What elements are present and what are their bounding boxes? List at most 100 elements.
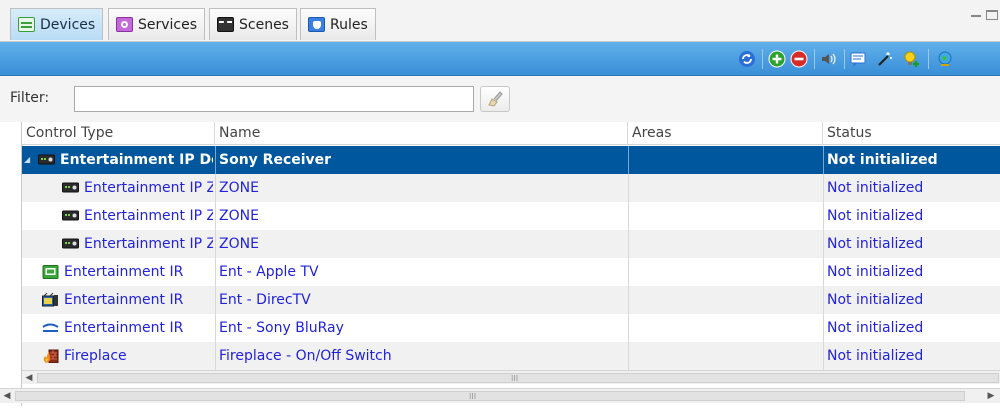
refresh-icon[interactable] — [738, 50, 756, 68]
table-row[interactable]: Entertainment IP Zone ZONE Not initialized — [22, 230, 1000, 258]
receiver-icon — [62, 237, 79, 251]
cell-name: ZONE — [219, 208, 259, 224]
column-divider — [823, 258, 824, 286]
table-row[interactable]: Fireplace Fireplace - On/Off Switch Not in… — [22, 342, 1000, 370]
wand-icon[interactable] — [876, 50, 894, 68]
sound-icon[interactable] — [820, 50, 838, 68]
cell-areas — [632, 230, 821, 258]
brush-icon — [488, 91, 503, 107]
cell-control-type: Entertainment IP Zone — [84, 236, 213, 252]
cell-name: Ent - Apple TV — [219, 264, 319, 280]
add-icon[interactable] — [768, 50, 786, 68]
column-header-control-type[interactable]: Control Type — [22, 122, 215, 145]
column-divider — [215, 286, 216, 314]
cell-control-type: Entertainment IP Zone — [84, 180, 213, 196]
cell-status: Not initialized — [827, 264, 924, 280]
tab-scenes[interactable]: Scenes — [209, 8, 297, 40]
toolbar-separator — [928, 49, 929, 69]
scroll-right-icon[interactable]: ▶ — [984, 390, 998, 402]
tab-devices-label: Devices — [40, 16, 96, 33]
column-header-areas[interactable]: Areas — [628, 122, 823, 145]
receiver-icon — [62, 209, 79, 223]
table-row[interactable]: Entertainment IR Ent - Apple TV Not initia… — [22, 258, 1000, 286]
table-row[interactable]: ◢ Entertainment IP Device Sony Receiver Not… — [22, 146, 1000, 174]
column-divider — [215, 230, 216, 258]
scrollbar-grip: III — [469, 392, 477, 401]
tab-services[interactable]: Services — [108, 8, 206, 40]
cell-name: ZONE — [219, 236, 259, 252]
cell-name: Ent - DirecTV — [219, 292, 311, 308]
cell-status: Not initialized — [827, 236, 924, 252]
cell-areas — [632, 146, 821, 174]
message-icon[interactable] — [850, 50, 868, 68]
globe-icon[interactable] — [936, 50, 954, 68]
column-divider — [628, 146, 629, 174]
scroll-left-icon[interactable]: ◀ — [22, 372, 36, 384]
rules-icon — [308, 17, 325, 32]
table-row[interactable]: Entertainment IR Ent - DirecTV Not initial… — [22, 286, 1000, 314]
column-divider — [628, 314, 629, 342]
tab-scenes-label: Scenes — [239, 16, 289, 33]
toolbar-separator — [762, 49, 763, 69]
bluray-icon — [42, 321, 59, 335]
cell-control-type: Entertainment IR — [64, 320, 184, 336]
filter-label: Filter: — [10, 90, 50, 106]
cell-name: Ent - Sony BluRay — [219, 320, 344, 336]
minimize-icon[interactable] — [970, 10, 982, 20]
lightbulb-add-icon[interactable] — [902, 50, 920, 68]
cell-areas — [632, 314, 821, 342]
column-divider — [823, 202, 824, 230]
column-header-name[interactable]: Name — [215, 122, 628, 145]
filter-input[interactable] — [74, 86, 474, 112]
toolbar-separator — [844, 49, 845, 69]
column-divider — [823, 314, 824, 342]
column-header-status[interactable]: Status — [823, 122, 1000, 145]
table-row[interactable]: Entertainment IR Ent - Sony BluRay Not ini… — [22, 314, 1000, 342]
satellite-icon — [42, 292, 59, 307]
receiver-icon — [38, 153, 55, 167]
cell-control-type: Entertainment IR — [64, 292, 184, 308]
column-divider — [628, 286, 629, 314]
table-row[interactable]: Entertainment IP Zone ZONE Not initialized — [22, 202, 1000, 230]
cell-areas — [632, 174, 821, 202]
column-divider — [628, 230, 629, 258]
cell-control-type: Entertainment IP Device — [60, 152, 213, 168]
table-row[interactable]: Entertainment IP Zone ZONE Not initialized — [22, 174, 1000, 202]
cell-areas — [632, 286, 821, 314]
column-divider — [215, 258, 216, 286]
cell-status: Not initialized — [827, 348, 924, 364]
column-divider — [823, 174, 824, 202]
cell-areas — [632, 258, 821, 286]
cell-status: Not initialized — [827, 152, 938, 168]
column-divider — [215, 146, 216, 174]
devices-icon — [18, 17, 35, 32]
column-divider — [215, 342, 216, 370]
scrollbar-thumb[interactable]: III — [37, 373, 999, 383]
scrollbar-grip: III — [511, 374, 519, 383]
cell-name: Fireplace - On/Off Switch — [219, 348, 392, 364]
column-divider — [628, 202, 629, 230]
cell-status: Not initialized — [827, 208, 924, 224]
tab-bar: Devices Services Scenes Rules — [0, 0, 1000, 42]
toolbar — [0, 42, 1000, 76]
tab-rules-label: Rules — [330, 16, 368, 33]
maximize-icon[interactable] — [986, 10, 998, 20]
cell-control-type: Entertainment IP Zone — [84, 208, 213, 224]
toolbar-separator — [814, 49, 815, 69]
outer-horizontal-scrollbar[interactable]: ◀ III ▶ — [0, 388, 1000, 403]
column-divider — [628, 174, 629, 202]
clear-filter-button[interactable] — [480, 86, 510, 112]
scroll-left-icon[interactable]: ◀ — [0, 390, 14, 402]
inner-horizontal-scrollbar[interactable]: ◀ III — [22, 370, 1000, 384]
tree-collapse-icon[interactable]: ◢ — [24, 146, 34, 174]
column-divider — [628, 342, 629, 370]
remove-icon[interactable] — [790, 50, 808, 68]
column-divider — [823, 342, 824, 370]
tab-devices[interactable]: Devices — [10, 8, 104, 40]
column-divider — [823, 286, 824, 314]
cell-name: Sony Receiver — [219, 152, 332, 168]
cell-name: ZONE — [219, 180, 259, 196]
scrollbar-thumb[interactable]: III — [15, 391, 965, 401]
cell-control-type: Entertainment IR — [64, 264, 184, 280]
tab-rules[interactable]: Rules — [300, 8, 376, 40]
